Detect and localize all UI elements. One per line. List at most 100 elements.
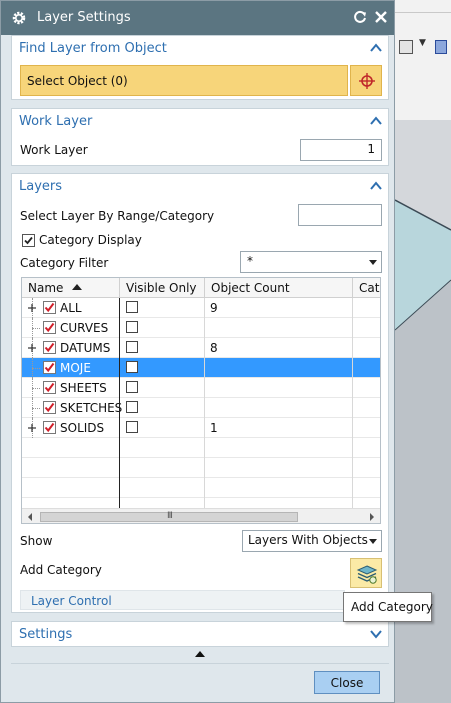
settings-header[interactable]: Settings [12, 622, 388, 648]
table-row-empty [22, 458, 380, 478]
work-layer-value: 1 [367, 142, 375, 156]
layer-checkbox[interactable] [43, 381, 56, 394]
column-header-visible-only[interactable]: Visible Only [120, 278, 205, 298]
settings-title: Settings [19, 627, 73, 642]
close-icon[interactable] [373, 9, 389, 25]
expand-plus-icon[interactable] [28, 424, 36, 432]
add-category-button[interactable] [350, 558, 382, 588]
add-category-tooltip: Add Category [343, 592, 433, 622]
table-row[interactable]: ALL 9 [22, 298, 380, 318]
collapse-dialog-strip[interactable] [11, 647, 389, 663]
chevron-down-icon[interactable]: ▼ [419, 38, 426, 48]
column-header-category-label: Cat [359, 281, 380, 295]
find-layer-title: Find Layer from Object [19, 41, 167, 56]
layers-section: Layers Select Layer By Range/Category Ca… [11, 173, 389, 613]
visible-only-checkbox[interactable] [126, 361, 138, 373]
visible-only-checkbox[interactable] [126, 321, 138, 333]
range-category-label: Select Layer By Range/Category [20, 209, 215, 223]
sort-ascending-icon [72, 284, 82, 290]
expand-plus-icon[interactable] [28, 304, 36, 312]
expand-plus-icon[interactable] [28, 344, 36, 352]
checkmark-icon [24, 236, 33, 245]
table-row[interactable]: SHEETS [22, 378, 380, 398]
column-header-name-label: Name [28, 281, 64, 295]
layer-checkbox[interactable] [43, 401, 56, 414]
cube-view-icon[interactable] [435, 40, 447, 54]
layer-checkbox[interactable] [43, 321, 56, 334]
red-checkmark-icon [44, 402, 55, 413]
find-layer-header[interactable]: Find Layer from Object [12, 36, 388, 62]
layer-table[interactable]: Name Visible Only Object Count Cat ALL 9 C… [21, 277, 381, 524]
table-header: Name Visible Only Object Count Cat [22, 278, 380, 298]
layer-control-group[interactable]: Layer Control [20, 590, 345, 610]
table-row[interactable]: SOLIDS 1 [22, 418, 380, 438]
work-layer-label: Work Layer [20, 143, 88, 157]
horizontal-scrollbar[interactable]: III [22, 508, 380, 523]
dialog-title: Layer Settings [37, 10, 131, 25]
scroll-left-icon[interactable] [28, 513, 32, 521]
gear-icon [12, 11, 26, 25]
reset-icon[interactable] [352, 9, 368, 25]
category-filter-value: * [247, 254, 253, 268]
layer-control-label: Layer Control [31, 594, 112, 608]
table-row[interactable]: SKETCHES [22, 398, 380, 418]
visible-only-checkbox[interactable] [126, 341, 138, 353]
layer-checkbox[interactable] [43, 361, 56, 374]
red-checkmark-icon [44, 322, 55, 333]
dialog-titlebar[interactable]: Layer Settings [1, 1, 394, 35]
object-count: 1 [210, 421, 218, 435]
table-row[interactable]: MOJE [22, 358, 380, 378]
visible-only-checkbox[interactable] [126, 401, 138, 413]
table-row[interactable]: CURVES [22, 318, 380, 338]
work-layer-section: Work Layer Work Layer 1 [11, 108, 389, 166]
layer-name: SHEETS [60, 381, 107, 395]
visible-only-checkbox[interactable] [126, 381, 138, 393]
layer-checkbox[interactable] [43, 301, 56, 314]
select-object-field[interactable]: Select Object (0) [20, 65, 348, 96]
tree-branch [32, 388, 40, 389]
layer-checkbox[interactable] [43, 421, 56, 434]
scroll-right-icon[interactable] [370, 513, 374, 521]
show-value: Layers With Objects [248, 533, 368, 547]
collapse-arrow-icon[interactable] [195, 651, 205, 657]
table-row-empty [22, 438, 380, 458]
category-filter-select[interactable]: * [240, 251, 382, 273]
chevron-down-icon [369, 539, 377, 544]
footer-divider [11, 663, 389, 664]
settings-section: Settings [11, 621, 389, 647]
show-select[interactable]: Layers With Objects [242, 530, 382, 552]
column-header-category[interactable]: Cat [353, 278, 380, 298]
scrollbar-thumb[interactable]: III [40, 511, 298, 522]
select-object-label: Select Object (0) [27, 74, 128, 88]
tree-branch [32, 328, 40, 329]
layer-checkbox[interactable] [43, 341, 56, 354]
visible-only-checkbox[interactable] [126, 421, 138, 433]
scrollbar-grip: III [167, 511, 173, 521]
display-style-icon[interactable] [399, 40, 413, 54]
column-header-object-count-label: Object Count [211, 281, 290, 295]
table-row[interactable]: DATUMS 8 [22, 338, 380, 358]
red-checkmark-icon [44, 362, 55, 373]
layer-name: CURVES [60, 321, 109, 335]
chevron-up-icon[interactable] [370, 181, 382, 191]
category-display-label: Category Display [39, 233, 142, 247]
chevron-up-icon[interactable] [370, 116, 382, 126]
chevron-down-icon[interactable] [370, 629, 382, 639]
layer-settings-dialog: Layer Settings Find Layer from Object Se… [0, 0, 395, 703]
chevron-up-icon[interactable] [370, 43, 382, 53]
column-header-name[interactable]: Name [22, 278, 120, 298]
background-toolbar: ▼ [395, 0, 451, 120]
layer-name: MOJE [60, 361, 91, 375]
range-category-input[interactable] [298, 204, 382, 226]
category-display-checkbox[interactable] [22, 234, 35, 247]
red-checkmark-icon [44, 382, 55, 393]
close-button[interactable]: Close [314, 671, 380, 694]
toolbar-separator [395, 12, 451, 13]
work-layer-input[interactable]: 1 [300, 139, 382, 161]
visible-only-checkbox[interactable] [126, 301, 138, 313]
column-header-object-count[interactable]: Object Count [205, 278, 353, 298]
tree-branch [32, 408, 40, 409]
select-object-button[interactable] [350, 65, 382, 96]
layers-header[interactable]: Layers [12, 174, 388, 200]
work-layer-header[interactable]: Work Layer [12, 109, 388, 135]
